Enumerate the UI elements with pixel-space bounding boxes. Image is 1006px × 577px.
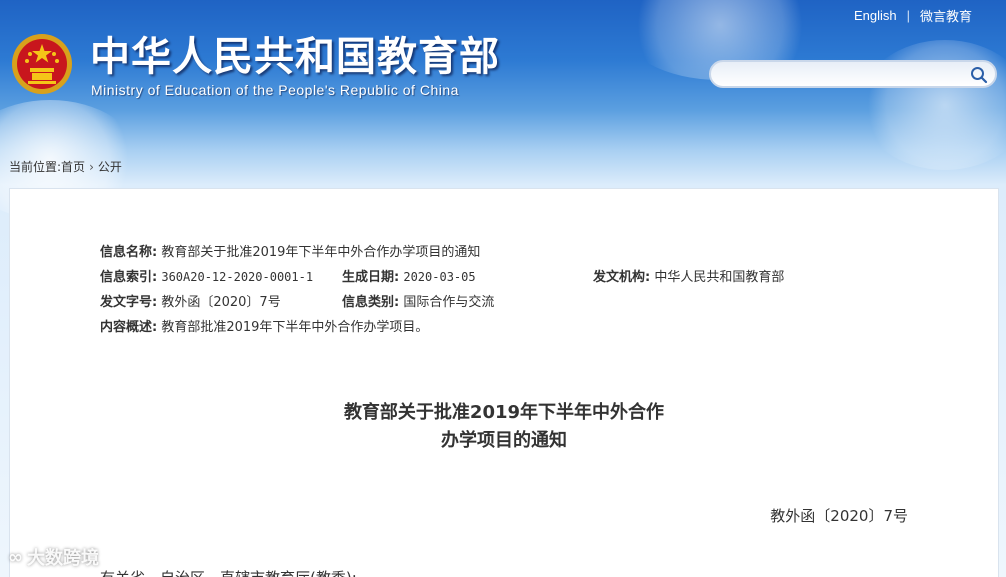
document-number: 教外函〔2020〕7号 xyxy=(770,507,908,525)
watermark-text: 大数跨境 xyxy=(27,548,99,569)
meta-row-docno: 发文字号: 教外函〔2020〕7号 xyxy=(100,291,281,310)
meta-row-index: 信息索引: 360A20-12-2020-0001-1 xyxy=(100,266,313,285)
meta-row-date: 生成日期: 2020-03-05 xyxy=(342,266,476,285)
meta-value: 教育部关于批准2019年下半年中外合作办学项目的通知 xyxy=(161,245,481,260)
search-box xyxy=(709,60,997,88)
meta-value: 教外函〔2020〕7号 xyxy=(161,295,281,310)
document-title: 教育部关于批准2019年下半年中外合作 办学项目的通知 xyxy=(10,399,998,455)
content-panel: 信息名称: 教育部关于批准2019年下半年中外合作办学项目的通知 信息索引: 3… xyxy=(9,188,999,577)
link-divider: | xyxy=(906,8,910,23)
english-link[interactable]: English xyxy=(846,8,905,23)
national-emblem-icon xyxy=(12,34,72,94)
breadcrumb: 当前位置: 首页 › 公开 xyxy=(9,158,122,175)
breadcrumb-prefix: 当前位置: xyxy=(9,160,62,174)
document-salutation: 有关省、自治区、直辖市教育厅(教委): xyxy=(100,567,357,577)
chevron-right-icon: › xyxy=(89,159,94,174)
document-title-line: 教育部关于批准2019年下半年中外合作 xyxy=(343,402,665,423)
meta-value: 教育部批准2019年下半年中外合作办学项目。 xyxy=(161,320,429,335)
meta-value: 360A20-12-2020-0001-1 xyxy=(161,270,314,284)
search-icon[interactable] xyxy=(969,65,989,85)
search-input[interactable] xyxy=(723,65,967,87)
document-title-line: 办学项目的通知 xyxy=(441,430,567,451)
meta-row-issuer: 发文机构: 中华人民共和国教育部 xyxy=(593,266,784,285)
weiyan-jiaoyu-link[interactable]: 微言教育 xyxy=(912,6,980,25)
meta-label: 信息索引: xyxy=(100,270,158,285)
meta-row-name: 信息名称: 教育部关于批准2019年下半年中外合作办学项目的通知 xyxy=(100,241,480,260)
meta-row-summary: 内容概述: 教育部批准2019年下半年中外合作办学项目。 xyxy=(100,316,428,335)
meta-value: 中华人民共和国教育部 xyxy=(654,270,785,285)
meta-label: 生成日期: xyxy=(342,270,400,285)
site-title-chinese: 中华人民共和国教育部 xyxy=(90,34,500,80)
meta-label: 发文字号: xyxy=(100,295,158,310)
meta-label: 信息名称: xyxy=(100,245,158,260)
site-title-english: Ministry of Education of the People's Re… xyxy=(91,82,459,98)
site-header: 中华人民共和国教育部 Ministry of Education of the … xyxy=(0,0,1006,150)
meta-label: 发文机构: xyxy=(593,270,651,285)
meta-label: 信息类别: xyxy=(342,295,400,310)
watermark: ∞ 大数跨境 xyxy=(8,544,99,570)
top-links: English | 微言教育 xyxy=(846,6,980,25)
meta-value: 2020-03-05 xyxy=(403,270,476,284)
breadcrumb-public-link[interactable]: 公开 xyxy=(98,158,122,175)
watermark-logo-icon: ∞ xyxy=(8,546,23,568)
meta-row-category: 信息类别: 国际合作与交流 xyxy=(342,291,494,310)
breadcrumb-home-link[interactable]: 首页 xyxy=(61,158,85,175)
meta-label: 内容概述: xyxy=(100,320,158,335)
meta-value: 国际合作与交流 xyxy=(403,295,495,310)
